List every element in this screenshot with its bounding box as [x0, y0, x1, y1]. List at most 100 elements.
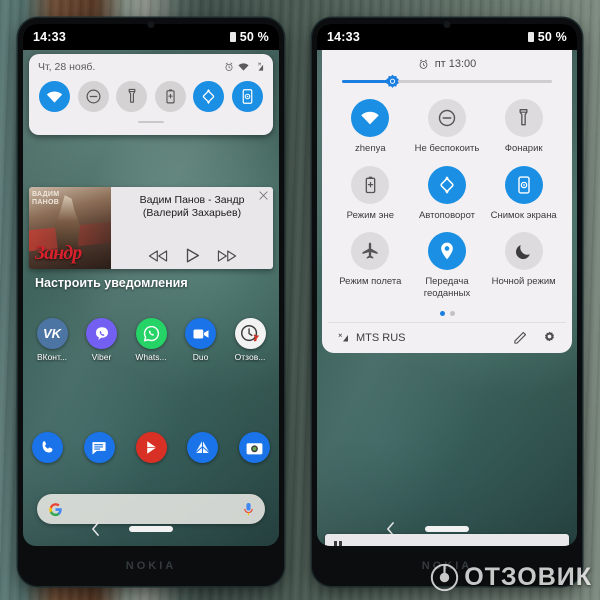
album-art: ВАДИМ ПАНОВ Зандр [29, 187, 111, 269]
carrier-label: MTS RUS [356, 331, 406, 344]
quick-settings-footer: MTS RUS [328, 322, 566, 353]
qs-label: Снимок экрана [490, 209, 557, 221]
rewind-icon[interactable] [148, 249, 168, 263]
media-notification[interactable]: ВАДИМ ПАНОВ Зандр Вадим Панов - Зандр (Ва… [29, 187, 273, 269]
battery-percent: 50 % [537, 30, 567, 44]
flashlight-icon [519, 109, 528, 126]
battery-saver-icon [365, 176, 376, 193]
app-otzovik[interactable]: Отзов... [227, 318, 273, 362]
viber-icon [86, 318, 117, 349]
media-body: Вадим Панов - Зандр (Валерий Захарьев) [111, 187, 273, 269]
auto-rotate-icon [440, 175, 454, 194]
battery-icon [229, 32, 236, 42]
vk-icon: VK [36, 318, 68, 349]
qs-tile-airplane-mode[interactable] [351, 232, 390, 270]
qs-tile-battery-saver[interactable] [351, 165, 390, 204]
qs-tile-flashlight[interactable] [116, 81, 148, 112]
page-dot-1[interactable] [439, 311, 445, 316]
home-pill[interactable] [425, 526, 469, 532]
app-label: Отзов... [234, 352, 266, 362]
shade-date: Чт, 28 нояб. [38, 61, 96, 73]
setup-notifications-label[interactable]: Настроить уведомления [35, 276, 188, 290]
alarm-time-label: пт 13:00 [434, 58, 477, 70]
qs-tile-screenshot[interactable] [231, 81, 263, 112]
app-vk[interactable]: VK ВКонт... [29, 318, 75, 362]
app-whatsapp[interactable]: Whats... [128, 318, 174, 362]
home-pill[interactable] [129, 526, 173, 532]
app-duo[interactable]: Duo [178, 318, 224, 362]
wifi-icon [361, 111, 380, 125]
qs-tile-flashlight[interactable] [504, 99, 543, 137]
status-bar-right: 50 % [527, 30, 567, 44]
page-dot-2[interactable] [449, 311, 455, 316]
battery-saver-icon [166, 89, 175, 104]
carrier-info: MTS RUS [337, 332, 406, 344]
qs-cell-airplane[interactable]: Режим полета [332, 232, 409, 299]
alarm-icon [225, 62, 233, 71]
home-app-row: VK ВКонт... Viber Whats... Duo Отзов... [29, 318, 273, 362]
qs-cell-dnd[interactable]: Не беспокоить [409, 99, 486, 155]
auto-rotate-icon [203, 89, 215, 104]
pencil-edit-icon[interactable] [513, 330, 528, 345]
left-phone-chin: NOKIA [18, 546, 284, 586]
right-phone: 14:33 50 % пт 13:00 zhenya Не беспокоить… [312, 18, 582, 586]
quick-settings-panel: пт 13:00 zhenya Не беспокоить Фонарик Ре… [322, 50, 572, 353]
dock-phone-icon[interactable] [32, 432, 63, 463]
qs-tile-do-not-disturb[interactable] [77, 81, 109, 112]
gear-icon[interactable] [542, 330, 557, 345]
brightness-slider-thumb[interactable] [384, 73, 401, 90]
qs-tile-battery-saver[interactable] [154, 81, 186, 112]
album-artist-text: ВАДИМ ПАНОВ [32, 191, 60, 206]
dock-messages-icon[interactable] [83, 432, 115, 463]
whatsapp-icon [135, 318, 167, 349]
photo-scene: 14:33 50 % Чт, 28 нояб. ВАДИМ ПАНОВ Занд… [0, 0, 600, 600]
alarm-row[interactable]: пт 13:00 [328, 58, 566, 70]
quick-settings-shade[interactable]: Чт, 28 нояб. [29, 54, 273, 135]
qs-tile-auto-rotate[interactable] [427, 165, 466, 204]
status-bar-time: 14:33 [327, 30, 360, 44]
location-pin-icon [441, 242, 453, 260]
qs-tile-do-not-disturb[interactable] [427, 99, 466, 137]
back-chevron-icon[interactable] [90, 522, 101, 536]
qs-cell-battery-saver[interactable]: Режим эне [332, 165, 409, 222]
qs-cell-auto-rotate[interactable]: Автоповорот [409, 165, 486, 222]
close-icon[interactable] [258, 190, 269, 201]
moon-icon [516, 244, 530, 259]
qs-label: Режим полета [339, 276, 402, 287]
qs-tile-screenshot[interactable] [504, 165, 543, 204]
media-notification-bar[interactable] [325, 534, 569, 546]
left-phone: 14:33 50 % Чт, 28 нояб. ВАДИМ ПАНОВ Занд… [18, 18, 284, 586]
left-phone-screen: 14:33 50 % Чт, 28 нояб. ВАДИМ ПАНОВ Занд… [23, 24, 279, 546]
otzovik-app-icon [234, 318, 266, 349]
qs-cell-screenshot[interactable]: Снимок экрана [485, 165, 562, 222]
qs-tile-auto-rotate[interactable] [193, 81, 225, 112]
duo-icon [185, 318, 216, 349]
play-icon[interactable] [185, 248, 200, 263]
pause-icon[interactable] [334, 540, 342, 546]
qs-cell-wifi[interactable]: zhenya [332, 99, 409, 155]
qs-cell-location[interactable]: Передача геоданных [409, 232, 486, 299]
qs-label: Режим эне [346, 209, 394, 221]
qs-tile-wifi[interactable] [351, 99, 390, 137]
app-viber[interactable]: Viber [79, 318, 125, 362]
status-bar-time: 14:33 [33, 30, 66, 44]
flashlight-icon [128, 88, 136, 103]
app-label: Viber [91, 352, 112, 362]
quick-settings-grid: zhenya Не беспокоить Фонарик Режим эне А… [328, 99, 566, 303]
qs-label: Не беспокоить [414, 143, 480, 154]
qs-label: Фонарик [504, 143, 543, 154]
dock-drive-icon[interactable] [187, 432, 219, 463]
qs-cell-night-mode[interactable]: Ночной режим [485, 232, 562, 299]
qs-tile-night-mode[interactable] [504, 232, 543, 270]
wifi-icon [238, 63, 249, 71]
qs-tile-location[interactable] [427, 232, 466, 270]
qs-tile-wifi[interactable] [39, 81, 70, 112]
brightness-slider[interactable] [328, 74, 566, 88]
watermark: ОТЗОВИК [430, 563, 592, 592]
front-camera-icon [147, 21, 155, 28]
qs-cell-flashlight[interactable]: Фонарик [485, 99, 562, 155]
fast-forward-icon[interactable] [217, 249, 237, 263]
dock-camera-icon[interactable] [239, 432, 270, 463]
shade-drag-handle[interactable] [138, 121, 164, 123]
dock-play-store-icon[interactable] [135, 432, 167, 463]
